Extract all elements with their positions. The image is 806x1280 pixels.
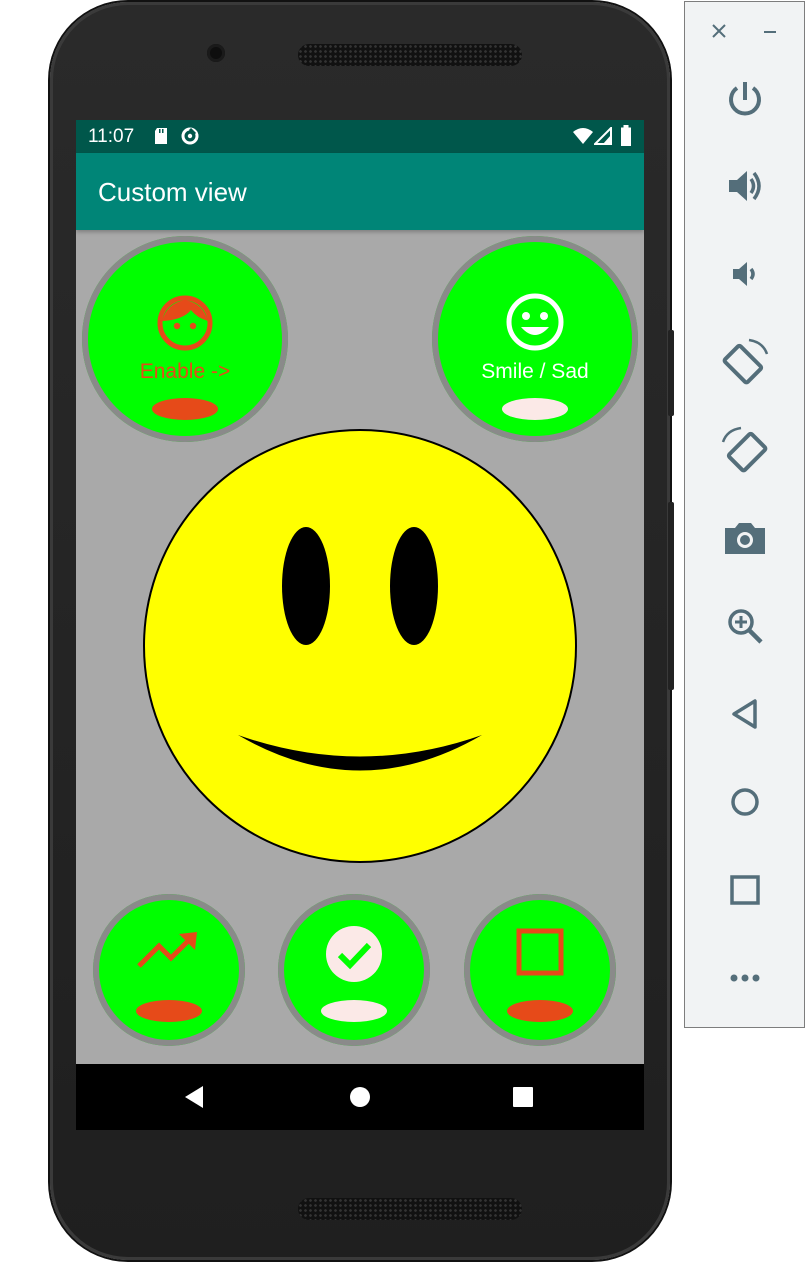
app-bar: Custom view <box>76 153 644 230</box>
check-circle-icon <box>324 924 384 989</box>
smiley-left-eye <box>282 527 330 645</box>
check-indicator <box>321 1000 387 1022</box>
device-screen: 11:07 Custom view Enable -> Smile / Sad <box>76 120 644 1130</box>
trend-button[interactable] <box>93 894 245 1046</box>
smile-sad-button[interactable]: Smile / Sad <box>432 236 638 442</box>
smiley-right-eye <box>390 527 438 645</box>
smiley-icon <box>504 291 566 358</box>
smile-sad-indicator <box>502 398 568 420</box>
sd-card-icon <box>153 126 169 152</box>
custom-view-content: Enable -> Smile / Sad <box>76 230 644 1064</box>
more-icon[interactable] <box>719 952 771 1004</box>
cellular-icon <box>592 125 612 151</box>
volume-down-icon[interactable] <box>719 248 771 300</box>
bottom-speaker <box>298 1198 522 1220</box>
enable-label: Enable -> <box>139 360 231 383</box>
minimize-icon[interactable] <box>762 23 778 39</box>
face-icon <box>155 293 215 358</box>
enable-button[interactable]: Enable -> <box>82 236 288 442</box>
close-icon[interactable] <box>711 23 727 39</box>
smile-sad-label: Smile / Sad <box>481 360 589 383</box>
smiley-face <box>143 429 577 863</box>
navigation-bar <box>76 1064 644 1130</box>
status-bar: 11:07 <box>76 120 644 153</box>
screenshot-icon[interactable] <box>719 512 771 564</box>
smiley-face-view[interactable] <box>142 428 578 864</box>
back-icon[interactable] <box>182 1085 206 1114</box>
volume-up-icon[interactable] <box>719 160 771 212</box>
trend-indicator <box>136 1000 202 1022</box>
rotate-left-icon[interactable] <box>719 336 771 388</box>
zoom-icon[interactable] <box>719 600 771 652</box>
square-button[interactable] <box>464 894 616 1046</box>
top-speaker <box>298 44 522 66</box>
trending-up-icon <box>135 930 203 979</box>
phone-power-key <box>668 330 674 416</box>
data-saver-icon <box>180 126 200 152</box>
home-icon[interactable] <box>349 1086 371 1113</box>
check-button[interactable] <box>278 894 430 1046</box>
square-indicator <box>507 1000 573 1022</box>
battery-icon <box>620 125 632 153</box>
rotate-right-icon[interactable] <box>719 424 771 476</box>
page-title: Custom view <box>98 177 247 207</box>
enable-indicator <box>152 398 218 420</box>
power-icon[interactable] <box>719 72 771 124</box>
back-nav-icon[interactable] <box>719 688 771 740</box>
overview-icon[interactable] <box>719 864 771 916</box>
phone-volume-key <box>668 502 674 690</box>
front-camera <box>207 44 225 62</box>
home-nav-icon[interactable] <box>719 776 771 828</box>
emulator-toolbar <box>684 1 805 1028</box>
recents-icon[interactable] <box>513 1087 533 1112</box>
square-outline-icon <box>516 928 564 981</box>
wifi-icon <box>572 127 594 151</box>
status-time: 11:07 <box>88 126 135 147</box>
